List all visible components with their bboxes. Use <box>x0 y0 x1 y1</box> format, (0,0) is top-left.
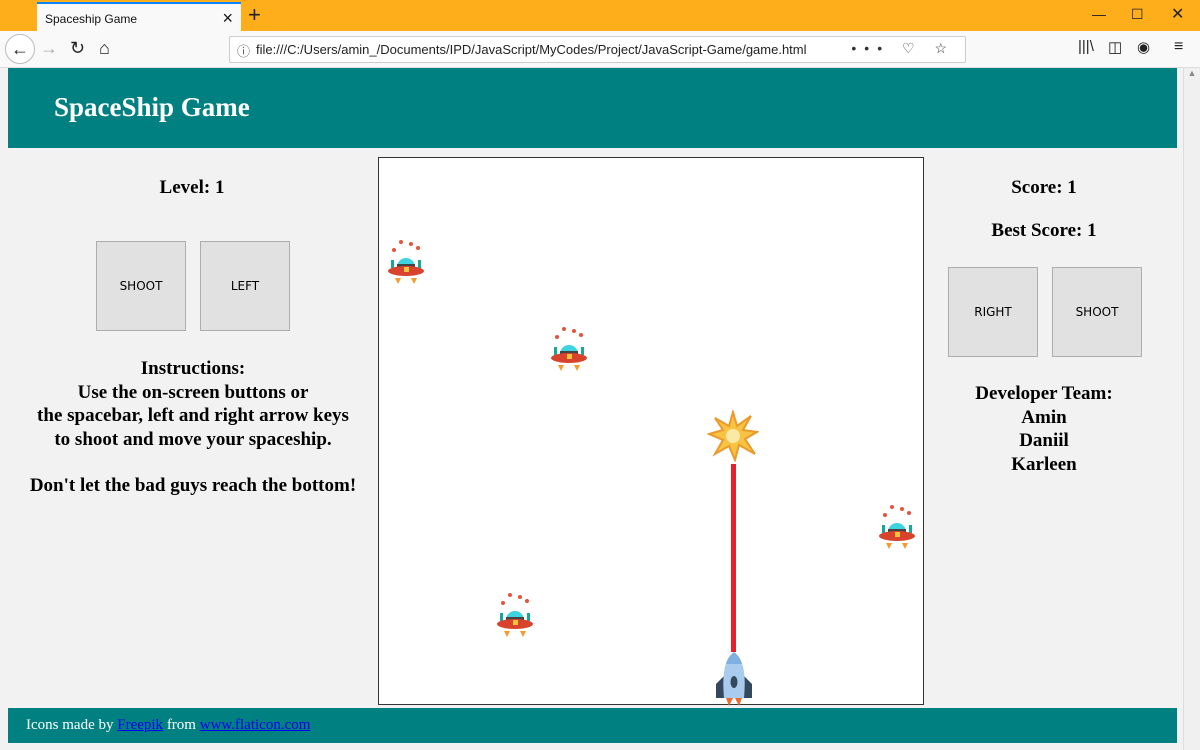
header: SpaceShip Game <box>8 68 1177 148</box>
browser-tab-bar: Spaceship Game × + — ☐ ✕ <box>0 0 1200 31</box>
score-label: Score: 1 <box>1011 177 1077 198</box>
page-actions-icon[interactable]: ••• ♡ ☆ <box>851 40 955 57</box>
close-tab-icon[interactable]: × <box>222 8 233 29</box>
sidebar-icon[interactable]: ◫ <box>1108 38 1122 56</box>
new-tab-icon[interactable]: + <box>248 2 261 28</box>
enemy-ufo-icon <box>549 325 589 375</box>
page-title: SpaceShip Game <box>54 92 250 122</box>
minimize-icon[interactable]: — <box>1092 6 1106 22</box>
shoot-button-right[interactable]: SHOOT <box>1052 267 1142 357</box>
team-member: Daniil <box>1019 430 1069 451</box>
info-icon[interactable]: ⓘ <box>237 41 250 60</box>
url-bar[interactable]: ⓘ file:///C:/Users/amin_/Documents/IPD/Ja… <box>229 36 966 63</box>
developer-team: Developer Team: Amin Daniil Karleen <box>924 382 1164 476</box>
window-close-icon[interactable]: ✕ <box>1171 4 1184 24</box>
reload-icon[interactable]: ↻ <box>70 38 85 59</box>
team-member: Karleen <box>1011 453 1077 475</box>
instructions-line: to shoot and move your spaceship. <box>54 428 332 450</box>
library-icon[interactable]: |||\ <box>1078 38 1094 55</box>
page: SpaceShip Game Level: 1 SHOOT LEFT Instr… <box>0 68 1183 750</box>
explosion-icon <box>707 410 759 462</box>
footer-text: from <box>163 717 200 733</box>
best-score-label: Best Score: 1 <box>991 220 1097 241</box>
menu-icon[interactable]: ≡ <box>1174 38 1183 56</box>
player-spaceship-icon <box>716 652 752 706</box>
freepik-link[interactable]: Freepik <box>117 717 163 733</box>
navigation-bar: ← → ↻ ⌂ ⓘ file:///C:/Users/amin_/Document… <box>0 31 1200 68</box>
scrollbar[interactable]: ▲ <box>1183 68 1200 750</box>
scroll-up-icon[interactable]: ▲ <box>1184 68 1200 78</box>
team-member: Amin <box>1021 406 1067 428</box>
footer-text: Icons made by <box>26 717 118 733</box>
back-icon[interactable]: ← <box>5 34 35 64</box>
game-canvas[interactable] <box>378 157 924 706</box>
footer: Icons made by Freepik from www.flaticon.… <box>8 708 1177 743</box>
instructions-line: the spacebar, left and right arrow keys <box>37 405 349 426</box>
instructions-line: Use the on-screen buttons or <box>77 381 309 403</box>
laser-beam <box>731 464 736 652</box>
enemy-ufo-icon <box>386 238 426 288</box>
instructions-title: Instructions: <box>140 358 246 379</box>
enemy-ufo-icon <box>877 503 917 553</box>
browser-tab[interactable]: Spaceship Game × <box>37 2 241 31</box>
level-label: Level: 1 <box>159 177 225 198</box>
team-title: Developer Team: <box>975 383 1113 404</box>
instructions: Instructions: Use the on-screen buttons … <box>8 357 378 498</box>
forward-icon[interactable]: → <box>40 38 58 59</box>
warning-text: Don't let the bad guys reach the bottom! <box>29 475 357 496</box>
tab-title: Spaceship Game <box>45 12 138 26</box>
url-text: file:///C:/Users/amin_/Documents/IPD/Jav… <box>256 42 807 57</box>
maximize-icon[interactable]: ☐ <box>1131 6 1144 23</box>
enemy-ufo-icon <box>495 591 535 641</box>
flaticon-link[interactable]: www.flaticon.com <box>200 717 311 733</box>
left-button[interactable]: LEFT <box>200 241 290 331</box>
account-icon[interactable]: ◉ <box>1137 38 1150 56</box>
right-button[interactable]: RIGHT <box>948 267 1038 357</box>
home-icon[interactable]: ⌂ <box>99 38 110 59</box>
shoot-button-left[interactable]: SHOOT <box>96 241 186 331</box>
